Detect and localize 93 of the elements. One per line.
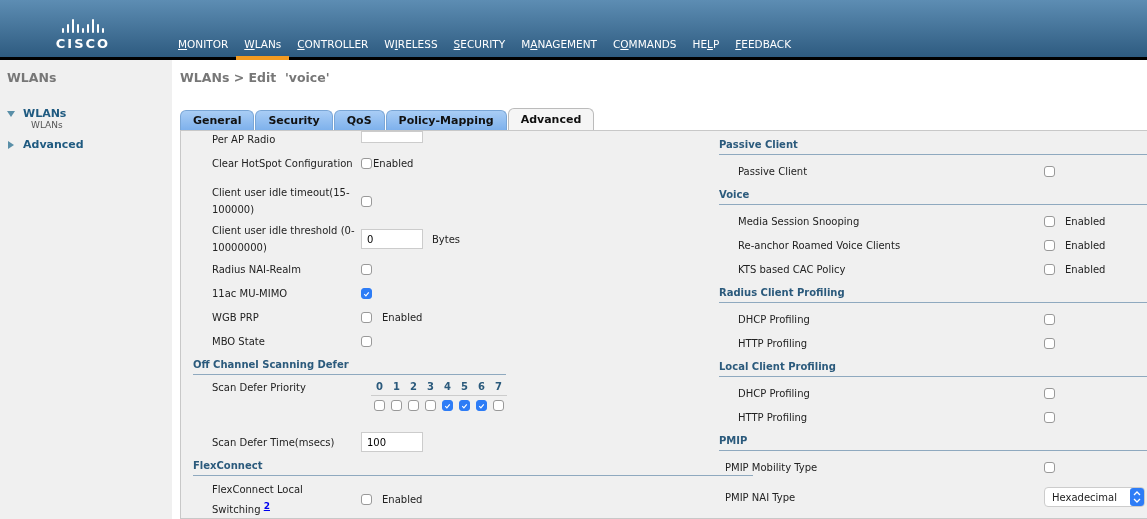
checkbox[interactable] xyxy=(361,493,372,505)
field-label: Client user idle threshold (0-10000000) xyxy=(212,224,356,256)
priority-number: 1 xyxy=(392,381,401,393)
checkbox[interactable] xyxy=(361,264,372,276)
enabled-label: Enabled xyxy=(373,158,414,170)
nav-link[interactable]: MONITOR xyxy=(170,38,237,60)
nav-link[interactable]: CONTROLLER xyxy=(289,38,377,60)
enabled-label: Enabled xyxy=(1065,263,1106,275)
tree-subitem[interactable]: WLANs xyxy=(7,120,172,130)
tab[interactable]: Security xyxy=(255,110,333,130)
nav-link[interactable]: MANAGEMENT xyxy=(513,38,605,60)
sidebar-title: WLANs xyxy=(7,70,58,85)
priority-number: 2 xyxy=(409,381,418,393)
checkbox[interactable] xyxy=(361,311,372,323)
field-label: 11ac MU-MIMO xyxy=(212,287,289,302)
checkbox[interactable] xyxy=(493,400,504,412)
checkbox[interactable] xyxy=(1044,313,1055,325)
nav-link[interactable]: SECURITY xyxy=(445,38,514,60)
checkbox[interactable] xyxy=(1044,239,1055,251)
section-header: Radius Client Profiling xyxy=(719,281,1147,303)
section-header: Off Channel Scanning Defer xyxy=(193,353,506,376)
section-header: Passive Client xyxy=(719,133,1147,155)
input-field[interactable] xyxy=(361,131,423,143)
checkbox[interactable] xyxy=(361,335,372,347)
field-label: FlexConnect Local Switching $^{2}$ xyxy=(212,482,304,517)
tree-item[interactable]: WLANs xyxy=(7,107,172,120)
checkbox[interactable] xyxy=(1044,387,1055,399)
tree-item[interactable]: Advanced xyxy=(7,138,172,151)
priority-number: 7 xyxy=(494,381,503,393)
enabled-label: Enabled xyxy=(382,493,423,505)
logo-text: CISCO xyxy=(55,36,111,51)
tab[interactable]: Advanced xyxy=(507,108,595,130)
field-label: WGB PRP xyxy=(212,310,260,325)
checkbox[interactable] xyxy=(391,400,402,412)
checkbox[interactable] xyxy=(1044,461,1055,473)
section-header: Local Client Profiling xyxy=(719,355,1147,377)
priority-number: 0 xyxy=(375,381,384,393)
priority-number: 3 xyxy=(426,381,435,393)
dropdown[interactable]: Hexadecimal xyxy=(1044,487,1145,507)
nav-link[interactable]: FEEDBACK xyxy=(727,38,800,60)
checkbox[interactable] xyxy=(1044,337,1055,349)
enabled-label: Enabled xyxy=(1065,239,1106,251)
checkbox[interactable] xyxy=(459,400,470,412)
field-label: HTTP Profiling xyxy=(738,411,809,423)
field-label: Clear HotSpot Configuration xyxy=(212,157,354,172)
logo-bars-icon xyxy=(62,19,104,33)
stepper-icon xyxy=(1130,488,1144,506)
checkbox[interactable] xyxy=(476,400,487,412)
enabled-label: Enabled xyxy=(1065,215,1106,227)
checkbox[interactable] xyxy=(1044,165,1055,177)
nav-link[interactable]: COMMANDS xyxy=(605,38,685,60)
section-header: Voice xyxy=(719,183,1147,205)
field-label: HTTP Profiling xyxy=(738,337,809,349)
field-label: PMIP NAI Type xyxy=(725,491,797,503)
field-label: Media Session Snooping xyxy=(738,215,861,227)
field-label: PMIP Mobility Type xyxy=(725,461,819,473)
checkbox[interactable] xyxy=(1044,411,1055,423)
footnote-link[interactable]: 2 xyxy=(263,500,270,511)
page-title: WLANs > Edit 'voice' xyxy=(180,70,331,87)
checkbox[interactable] xyxy=(442,400,453,412)
unit-label: Bytes xyxy=(432,233,461,245)
priority-number: 5 xyxy=(460,381,469,393)
field-label: Client user idle timeout(15-100000) xyxy=(212,186,351,218)
field-label: DHCP Profiling xyxy=(738,387,811,399)
section-header: PMIP xyxy=(719,429,1147,451)
checkbox[interactable] xyxy=(1044,263,1055,275)
priority-number: 4 xyxy=(443,381,452,393)
field-label: Scan Defer Priority xyxy=(212,381,307,396)
field-label: Scan Defer Time(msecs) xyxy=(212,435,336,450)
checkbox[interactable] xyxy=(361,158,372,170)
tab[interactable]: Policy-Mapping xyxy=(385,110,507,130)
field-label: DHCP Profiling xyxy=(738,313,811,325)
checkbox[interactable] xyxy=(361,288,372,300)
field-label: KTS based CAC Policy xyxy=(738,263,847,275)
field-label: Radius NAI-Realm xyxy=(212,263,302,278)
field-label: Passive Client xyxy=(738,165,809,177)
nav-link[interactable]: WLANs xyxy=(236,38,290,60)
nav-link[interactable]: HELP xyxy=(684,38,728,60)
field-label: MBO State xyxy=(212,334,266,349)
input-field[interactable]: 0 xyxy=(361,229,423,250)
field-label: Per AP Radio xyxy=(212,133,277,147)
checkbox[interactable] xyxy=(408,400,419,412)
checkbox[interactable] xyxy=(374,400,385,412)
field-label: Re-anchor Roamed Voice Clients xyxy=(738,239,902,251)
tab[interactable]: QoS xyxy=(333,110,385,130)
checkbox[interactable] xyxy=(1044,215,1055,227)
checkbox[interactable] xyxy=(425,400,436,412)
tab[interactable]: General xyxy=(180,110,255,130)
priority-number: 6 xyxy=(477,381,486,393)
enabled-label: Enabled xyxy=(382,311,423,323)
checkbox[interactable] xyxy=(361,195,372,207)
nav-link[interactable]: WIRELESS xyxy=(376,38,446,60)
input-field[interactable]: 100 xyxy=(361,432,423,453)
